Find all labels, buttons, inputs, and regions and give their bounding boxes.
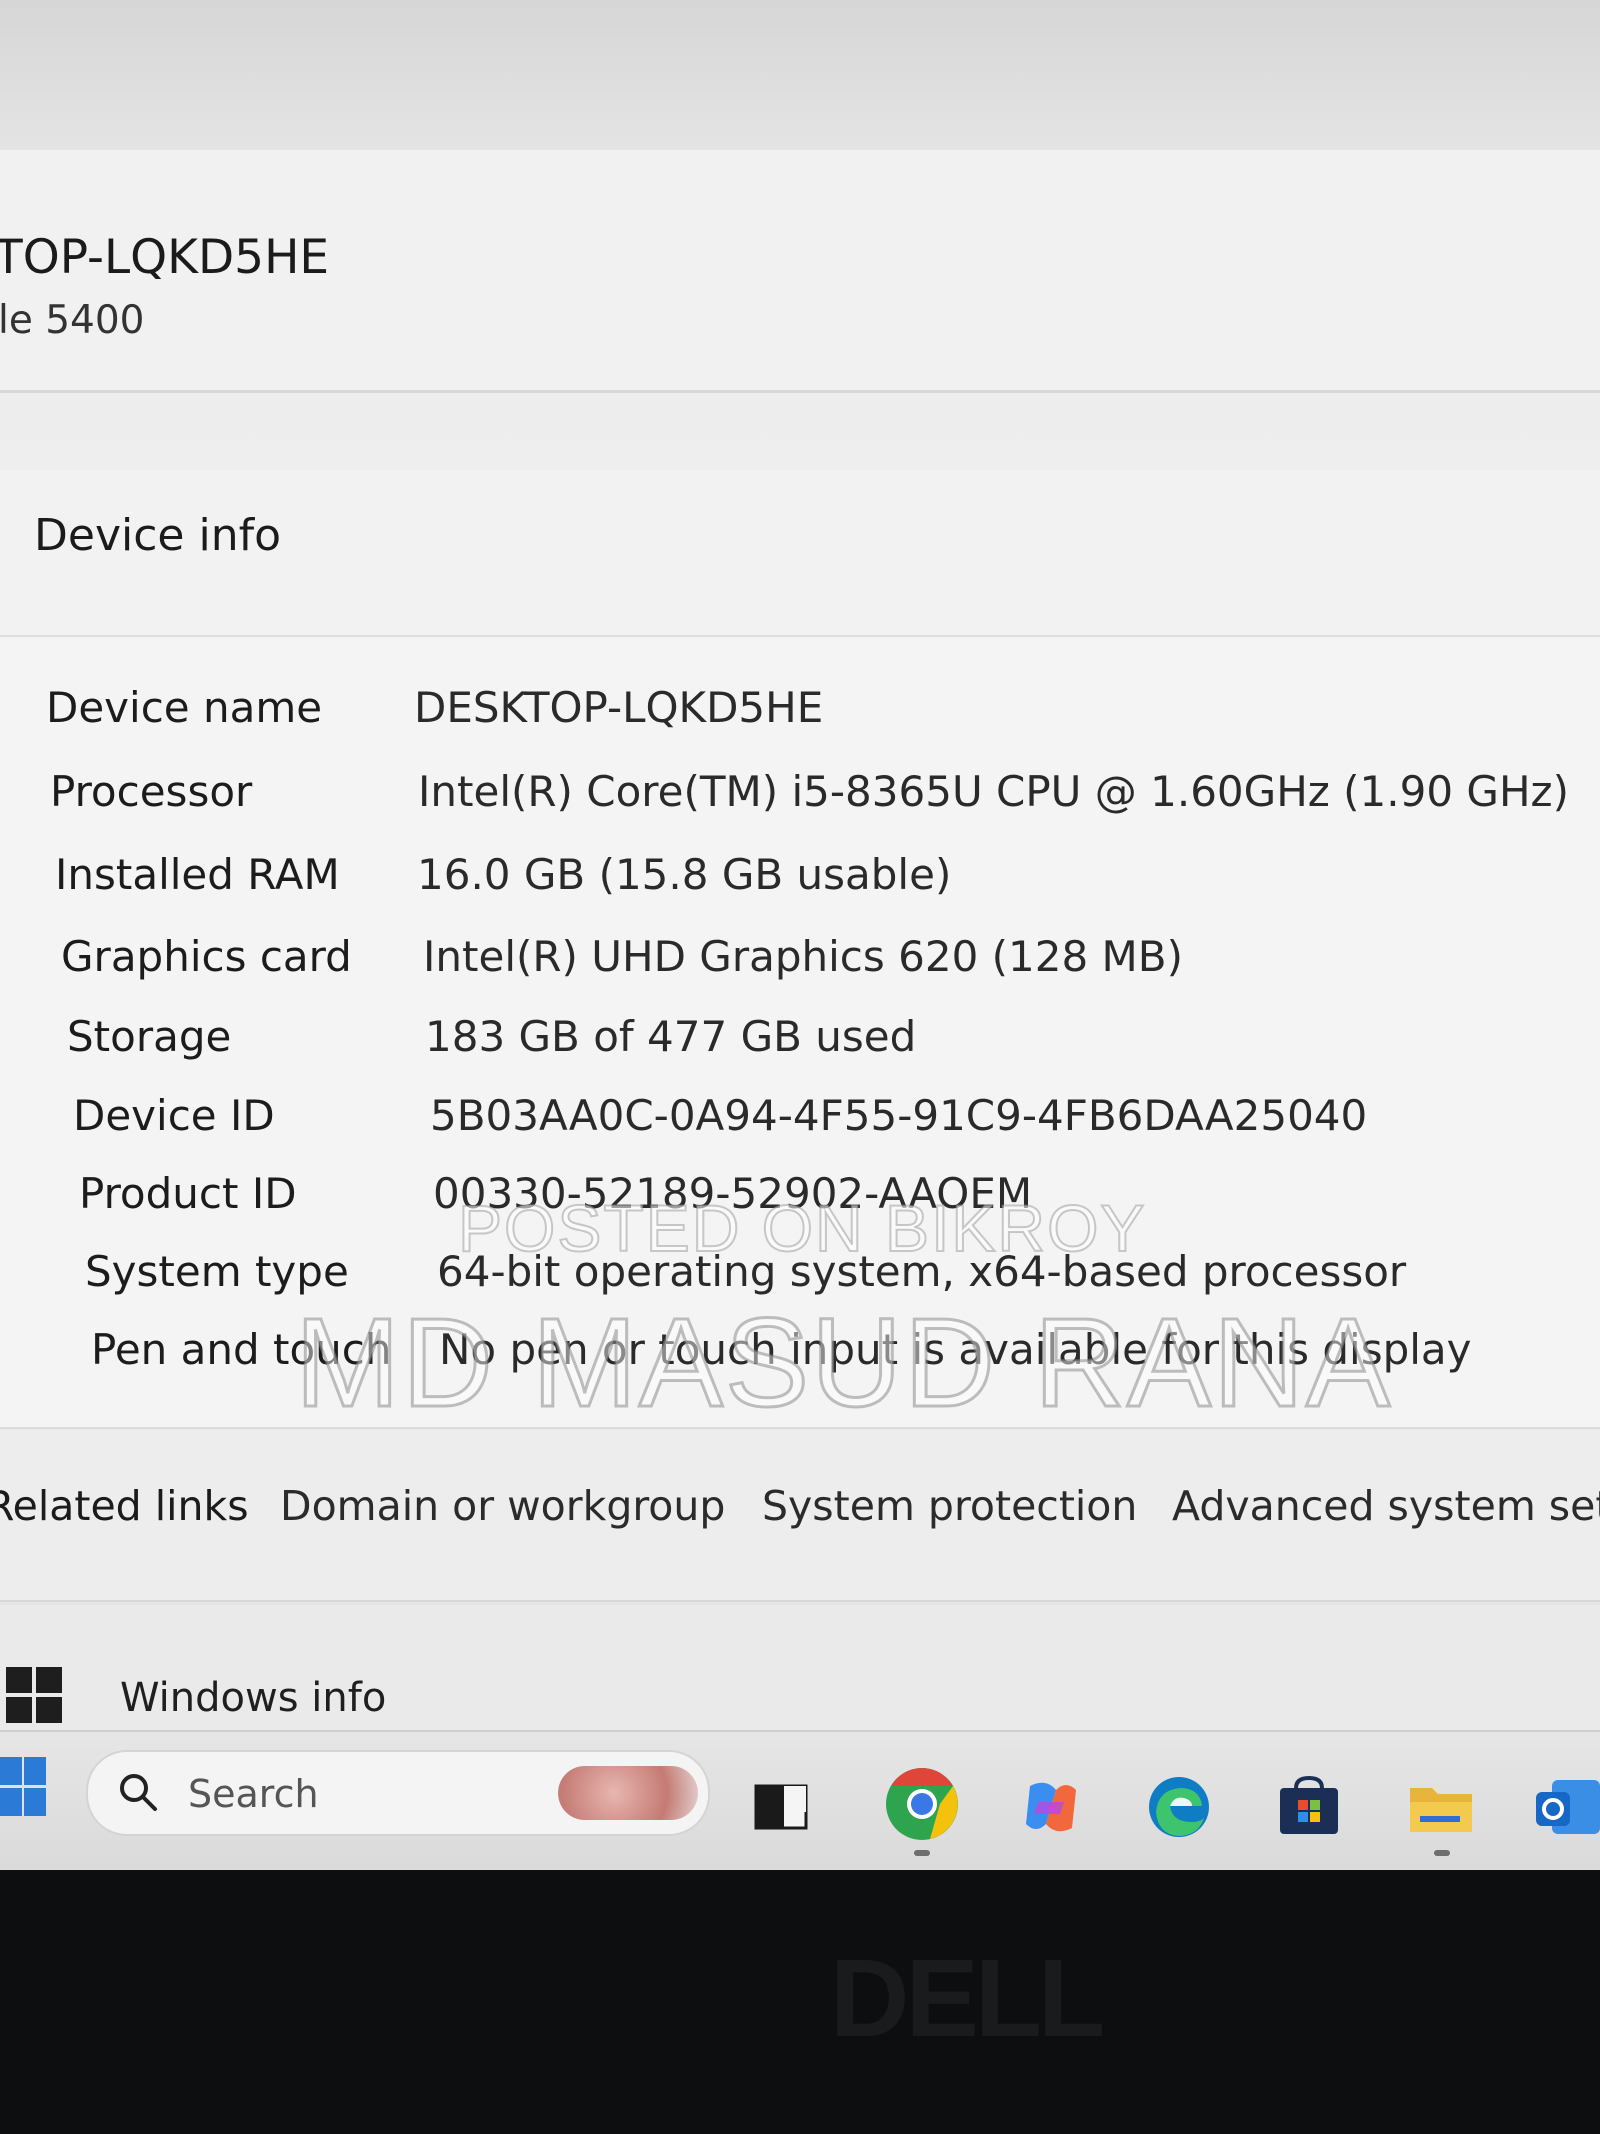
spec-label: Processor: [50, 767, 253, 816]
windows-info-label: Windows info: [120, 1675, 387, 1721]
device-specs-table: Device name DESKTOP-LQKD5HE Processor In…: [0, 637, 1600, 1429]
spec-label: Storage: [67, 1012, 232, 1061]
spec-label: Device ID: [73, 1091, 275, 1140]
spec-label: Device name: [46, 683, 323, 732]
spec-label: Product ID: [79, 1169, 297, 1218]
task-view-icon[interactable]: [748, 1772, 818, 1842]
spec-value: 64-bit operating system, x64-based proce…: [437, 1247, 1407, 1296]
device-title: TOP-LQKD5HE: [0, 230, 330, 285]
copilot-icon[interactable]: [1016, 1772, 1086, 1842]
spec-value: 5B03AA0C-0A94-4F55-91C9-4FB6DAA25040: [430, 1091, 1368, 1140]
spec-value: Intel(R) UHD Graphics 620 (128 MB): [423, 932, 1183, 981]
taskbar: Search: [0, 1730, 1600, 1870]
start-icon[interactable]: [0, 1757, 48, 1819]
spec-label: Graphics card: [61, 932, 352, 981]
advanced-system-settings-link[interactable]: Advanced system setti: [1172, 1482, 1600, 1530]
domain-or-workgroup-link[interactable]: Domain or workgroup: [280, 1482, 725, 1530]
dell-logo: DELL: [830, 1937, 1105, 2060]
search-input[interactable]: Search: [86, 1750, 710, 1836]
related-links-title: Related links: [0, 1482, 249, 1530]
store-icon[interactable]: [1274, 1772, 1344, 1842]
spec-value: No pen or touch input is available for t…: [439, 1325, 1472, 1374]
file-explorer-icon[interactable]: [1406, 1772, 1476, 1842]
search-placeholder: Search: [188, 1772, 319, 1816]
outlook-icon[interactable]: [1532, 1772, 1600, 1842]
windows-logo-icon: [6, 1667, 62, 1723]
device-header-card: TOP-LQKD5HE le 5400: [0, 150, 1600, 393]
spec-label: Pen and touch: [91, 1325, 392, 1374]
system-about-screen: TOP-LQKD5HE le 5400 Device info Device n…: [0, 0, 1600, 1870]
title-bar-area: [0, 0, 1600, 152]
spec-value: 16.0 GB (15.8 GB usable): [417, 850, 952, 899]
search-icon: [120, 1774, 157, 1811]
edge-icon[interactable]: [1144, 1772, 1214, 1842]
spec-label: System type: [85, 1247, 349, 1296]
spec-label: Installed RAM: [55, 850, 340, 899]
spec-value: DESKTOP-LQKD5HE: [414, 683, 824, 732]
windows-info-header[interactable]: Windows info: [0, 1605, 1600, 1730]
section-title: Device info: [34, 510, 281, 561]
system-protection-link[interactable]: System protection: [762, 1482, 1137, 1530]
explorer-running-indicator: [1434, 1850, 1450, 1856]
chrome-running-indicator: [914, 1850, 930, 1856]
chrome-icon[interactable]: [882, 1764, 962, 1844]
search-highlight-image: [558, 1766, 698, 1820]
device-model: le 5400: [0, 298, 145, 343]
related-links-bar: Related links Domain or workgroup System…: [0, 1430, 1600, 1602]
spec-value: 00330-52189-52902-AAOEM: [433, 1169, 1033, 1218]
device-info-header[interactable]: Device info: [0, 470, 1600, 637]
spec-value: 183 GB of 477 GB used: [425, 1012, 917, 1061]
spec-value: Intel(R) Core(TM) i5-8365U CPU @ 1.60GHz…: [418, 767, 1569, 816]
